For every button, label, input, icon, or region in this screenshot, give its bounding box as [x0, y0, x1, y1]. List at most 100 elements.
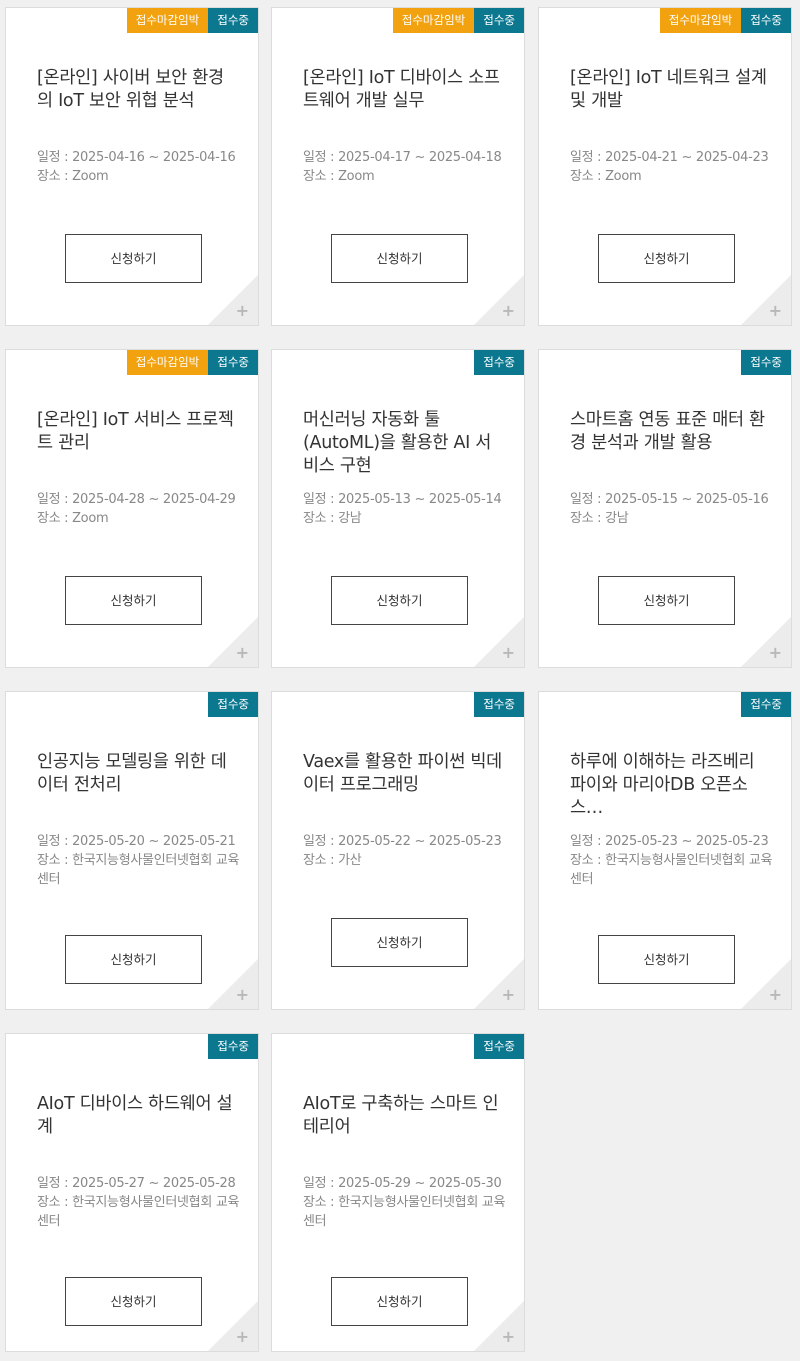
course-place: 장소 : Zoom: [37, 167, 247, 186]
course-title[interactable]: AIoT로 구축하는 스마트 인테리어: [303, 1093, 503, 1139]
status-badges: 접수중: [474, 1034, 524, 1059]
course-info: 일정 : 2025-04-17 ~ 2025-04-18 장소 : Zoom: [303, 148, 513, 186]
course-place: 장소 : 한국지능형사물인터넷협회 교육센터: [570, 851, 780, 889]
date-value: 2025-05-13 ~ 2025-05-14: [338, 492, 502, 507]
course-card[interactable]: 접수중 AIoT로 구축하는 스마트 인테리어 일정 : 2025-05-29 …: [271, 1033, 525, 1352]
corner-fold: [208, 275, 258, 325]
place-label: 장소 :: [37, 853, 73, 868]
course-date: 일정 : 2025-05-20 ~ 2025-05-21: [37, 832, 247, 851]
corner-fold: [474, 959, 524, 1009]
plus-icon[interactable]: +: [502, 1329, 515, 1345]
course-info: 일정 : 2025-05-15 ~ 2025-05-16 장소 : 강남: [570, 490, 780, 528]
deadline-badge: 접수마감임박: [126, 350, 209, 375]
plus-icon[interactable]: +: [769, 303, 782, 319]
course-card[interactable]: 접수마감임박 접수중 [온라인] IoT 서비스 프로젝트 관리 일정 : 20…: [5, 349, 259, 668]
plus-icon[interactable]: +: [236, 303, 249, 319]
apply-button[interactable]: 신청하기: [598, 935, 735, 984]
open-badge: 접수중: [741, 8, 791, 33]
course-place: 장소 : 한국지능형사물인터넷협회 교육센터: [303, 1193, 513, 1231]
status-badges: 접수중: [208, 692, 258, 717]
plus-icon[interactable]: +: [502, 645, 515, 661]
course-title[interactable]: [온라인] IoT 디바이스 소프트웨어 개발 실무: [303, 67, 503, 113]
course-title[interactable]: 머신러닝 자동화 툴(AutoML)을 활용한 AI 서비스 구현: [303, 409, 503, 478]
course-title[interactable]: [온라인] IoT 서비스 프로젝트 관리: [37, 409, 237, 455]
plus-icon[interactable]: +: [236, 987, 249, 1003]
course-info: 일정 : 2025-04-28 ~ 2025-04-29 장소 : Zoom: [37, 490, 247, 528]
apply-button[interactable]: 신청하기: [65, 576, 202, 625]
apply-button[interactable]: 신청하기: [598, 234, 735, 283]
course-date: 일정 : 2025-04-16 ~ 2025-04-16: [37, 148, 247, 167]
apply-button[interactable]: 신청하기: [65, 234, 202, 283]
course-place: 장소 : Zoom: [570, 167, 780, 186]
open-badge: 접수중: [741, 350, 791, 375]
apply-button[interactable]: 신청하기: [331, 918, 468, 967]
place-value: Zoom: [72, 511, 109, 526]
course-title[interactable]: [온라인] 사이버 보안 환경의 IoT 보안 위협 분석: [37, 67, 237, 113]
corner-fold: [474, 617, 524, 667]
corner-fold: [474, 275, 524, 325]
corner-fold: [741, 617, 791, 667]
place-label: 장소 :: [37, 169, 73, 184]
apply-button[interactable]: 신청하기: [65, 935, 202, 984]
apply-button[interactable]: 신청하기: [331, 576, 468, 625]
course-title[interactable]: [온라인] IoT 네트워크 설계 및 개발: [570, 67, 770, 113]
date-label: 일정 :: [37, 1176, 73, 1191]
place-label: 장소 :: [303, 1195, 339, 1210]
open-badge: 접수중: [208, 692, 258, 717]
date-label: 일정 :: [303, 150, 339, 165]
date-label: 일정 :: [570, 150, 606, 165]
plus-icon[interactable]: +: [502, 987, 515, 1003]
course-card[interactable]: 접수중 Vaex를 활용한 파이썬 빅데이터 프로그래밍 일정 : 2025-0…: [271, 691, 525, 1010]
place-label: 장소 :: [37, 1195, 73, 1210]
course-card[interactable]: 접수중 인공지능 모델링을 위한 데이터 전처리 일정 : 2025-05-20…: [5, 691, 259, 1010]
course-title[interactable]: 인공지능 모델링을 위한 데이터 전처리: [37, 751, 237, 797]
date-value: 2025-04-16 ~ 2025-04-16: [72, 150, 236, 165]
corner-fold: [208, 959, 258, 1009]
date-value: 2025-04-28 ~ 2025-04-29: [72, 492, 236, 507]
course-info: 일정 : 2025-05-29 ~ 2025-05-30 장소 : 한국지능형사…: [303, 1174, 513, 1231]
course-date: 일정 : 2025-04-17 ~ 2025-04-18: [303, 148, 513, 167]
plus-icon[interactable]: +: [769, 645, 782, 661]
status-badges: 접수중: [741, 692, 791, 717]
course-title[interactable]: 스마트홈 연동 표준 매터 환경 분석과 개발 활용: [570, 409, 770, 455]
open-badge: 접수중: [474, 692, 524, 717]
course-card[interactable]: 접수중 스마트홈 연동 표준 매터 환경 분석과 개발 활용 일정 : 2025…: [538, 349, 792, 668]
deadline-badge: 접수마감임박: [392, 8, 475, 33]
status-badges: 접수중: [208, 1034, 258, 1059]
date-value: 2025-04-17 ~ 2025-04-18: [338, 150, 502, 165]
corner-fold: [741, 959, 791, 1009]
apply-button[interactable]: 신청하기: [331, 234, 468, 283]
course-card[interactable]: 접수마감임박 접수중 [온라인] IoT 디바이스 소프트웨어 개발 실무 일정…: [271, 7, 525, 326]
open-badge: 접수중: [208, 1034, 258, 1059]
course-info: 일정 : 2025-04-16 ~ 2025-04-16 장소 : Zoom: [37, 148, 247, 186]
course-info: 일정 : 2025-05-13 ~ 2025-05-14 장소 : 강남: [303, 490, 513, 528]
course-card[interactable]: 접수마감임박 접수중 [온라인] 사이버 보안 환경의 IoT 보안 위협 분석…: [5, 7, 259, 326]
apply-button[interactable]: 신청하기: [598, 576, 735, 625]
place-value: Zoom: [338, 169, 375, 184]
plus-icon[interactable]: +: [236, 645, 249, 661]
course-card[interactable]: 접수중 AIoT 디바이스 하드웨어 설계 일정 : 2025-05-27 ~ …: [5, 1033, 259, 1352]
course-card[interactable]: 접수중 머신러닝 자동화 툴(AutoML)을 활용한 AI 서비스 구현 일정…: [271, 349, 525, 668]
open-badge: 접수중: [741, 692, 791, 717]
course-info: 일정 : 2025-05-22 ~ 2025-05-23 장소 : 가산: [303, 832, 513, 870]
status-badges: 접수마감임박 접수중: [126, 350, 258, 375]
plus-icon[interactable]: +: [502, 303, 515, 319]
plus-icon[interactable]: +: [236, 1329, 249, 1345]
course-card[interactable]: 접수마감임박 접수중 [온라인] IoT 네트워크 설계 및 개발 일정 : 2…: [538, 7, 792, 326]
corner-fold: [208, 1301, 258, 1351]
open-badge: 접수중: [208, 350, 258, 375]
apply-button[interactable]: 신청하기: [65, 1277, 202, 1326]
course-date: 일정 : 2025-05-27 ~ 2025-05-28: [37, 1174, 247, 1193]
course-card[interactable]: 접수중 하루에 이해하는 라즈베리파이와 마리아DB 오픈소스… 일정 : 20…: [538, 691, 792, 1010]
status-badges: 접수마감임박 접수중: [126, 8, 258, 33]
course-title[interactable]: AIoT 디바이스 하드웨어 설계: [37, 1093, 237, 1139]
plus-icon[interactable]: +: [769, 987, 782, 1003]
apply-button[interactable]: 신청하기: [331, 1277, 468, 1326]
place-label: 장소 :: [303, 169, 339, 184]
place-value: 강남: [605, 511, 629, 526]
course-info: 일정 : 2025-04-21 ~ 2025-04-23 장소 : Zoom: [570, 148, 780, 186]
course-title[interactable]: Vaex를 활용한 파이썬 빅데이터 프로그래밍: [303, 751, 503, 797]
course-title[interactable]: 하루에 이해하는 라즈베리파이와 마리아DB 오픈소스…: [570, 751, 770, 820]
place-value: Zoom: [72, 169, 109, 184]
date-value: 2025-05-27 ~ 2025-05-28: [72, 1176, 236, 1191]
